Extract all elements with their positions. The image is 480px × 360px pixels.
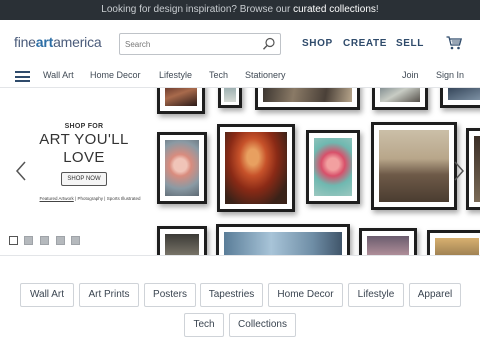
photography-link[interactable]: Photography xyxy=(77,196,103,201)
promo-text: Looking for design inspiration? Browse o… xyxy=(101,4,294,15)
category-collections[interactable]: Collections xyxy=(229,313,296,337)
slide-indicator[interactable] xyxy=(24,236,33,245)
search-input[interactable] xyxy=(125,37,257,52)
artwork-frame[interactable] xyxy=(217,124,295,212)
artwork-frame[interactable] xyxy=(216,224,350,255)
nav-item-home-decor[interactable]: Home Decor xyxy=(90,70,141,80)
menu-icon[interactable] xyxy=(15,71,30,82)
artwork-frame[interactable] xyxy=(157,226,207,255)
category-tapestries[interactable]: Tapestries xyxy=(200,283,263,307)
artwork-frame[interactable] xyxy=(157,132,207,204)
promo-suffix: ! xyxy=(375,4,379,15)
nav-item-lifestyle[interactable]: Lifestyle xyxy=(159,70,192,80)
artwork-frame[interactable] xyxy=(466,128,480,210)
sports-illustrated-link[interactable]: Sports Illustrated xyxy=(107,196,141,201)
curated-collections-link[interactable]: curated collections xyxy=(293,4,376,15)
logo-text-art: art xyxy=(35,34,54,50)
artwork-frame[interactable] xyxy=(372,88,428,110)
search-box xyxy=(119,33,281,55)
slide-indicator[interactable] xyxy=(40,236,49,245)
sign-in-link[interactable]: Sign In xyxy=(436,70,464,80)
category-art-prints[interactable]: Art Prints xyxy=(79,283,139,307)
artwork-frame[interactable] xyxy=(427,230,480,255)
hero-eyebrow: SHOP FOR xyxy=(64,123,104,130)
cart-icon[interactable] xyxy=(446,36,462,50)
category-posters[interactable]: Posters xyxy=(144,283,196,307)
nav-item-tech[interactable]: Tech xyxy=(209,70,228,80)
category-apparel[interactable]: Apparel xyxy=(409,283,461,307)
category-home-decor[interactable]: Home Decor xyxy=(268,283,343,307)
hero-title-line1: ART YOU'LL xyxy=(39,131,129,148)
hero-promo: SHOP FOR ART YOU'LL LOVE SHOP NOW xyxy=(24,123,144,186)
shop-link[interactable]: SHOP xyxy=(302,38,333,49)
site-header: fineartamerica SHOP CREATE SELL xyxy=(0,20,480,64)
category-wall-art[interactable]: Wall Art xyxy=(20,283,74,307)
search-icon[interactable] xyxy=(262,37,276,51)
site-logo[interactable]: fineartamerica xyxy=(14,34,102,50)
artwork-frame[interactable] xyxy=(157,88,205,114)
artwork-frame[interactable] xyxy=(359,228,417,255)
carousel-prev-icon[interactable] xyxy=(15,161,27,181)
category-tech[interactable]: Tech xyxy=(184,313,224,337)
artwork-frame[interactable] xyxy=(371,122,457,210)
hero-title-line2: LOVE xyxy=(63,149,105,166)
featured-artwork-link[interactable]: Featured Artwork xyxy=(40,196,74,201)
artwork-frame[interactable] xyxy=(218,88,242,108)
shop-now-button[interactable]: SHOP NOW xyxy=(61,172,107,186)
sell-link[interactable]: SELL xyxy=(396,38,424,49)
category-lifestyle[interactable]: Lifestyle xyxy=(348,283,404,307)
artwork-frame[interactable] xyxy=(440,88,480,108)
link-separator: | xyxy=(104,196,106,201)
hero-carousel: SHOP FOR ART YOU'LL LOVE SHOP NOW Featur… xyxy=(0,88,480,256)
logo-text-fine: fine xyxy=(14,34,36,50)
promo-banner: Looking for design inspiration? Browse o… xyxy=(0,0,480,20)
carousel-next-icon[interactable] xyxy=(453,161,465,181)
artwork-frame[interactable] xyxy=(255,88,360,110)
slide-indicator[interactable] xyxy=(56,236,65,245)
nav-item-stationery[interactable]: Stationery xyxy=(245,70,286,80)
hero-links: Featured Artwork | Photography | Sports … xyxy=(10,196,170,201)
create-link[interactable]: CREATE xyxy=(343,38,387,49)
slide-indicator[interactable] xyxy=(9,236,18,245)
slide-indicator[interactable] xyxy=(71,236,80,245)
logo-text-america: america xyxy=(53,34,102,50)
main-nav: Wall Art Home Decor Lifestyle Tech Stati… xyxy=(0,64,480,88)
nav-item-wall-art[interactable]: Wall Art xyxy=(43,70,74,80)
join-link[interactable]: Join xyxy=(402,70,419,80)
artwork-frame[interactable] xyxy=(306,130,360,204)
